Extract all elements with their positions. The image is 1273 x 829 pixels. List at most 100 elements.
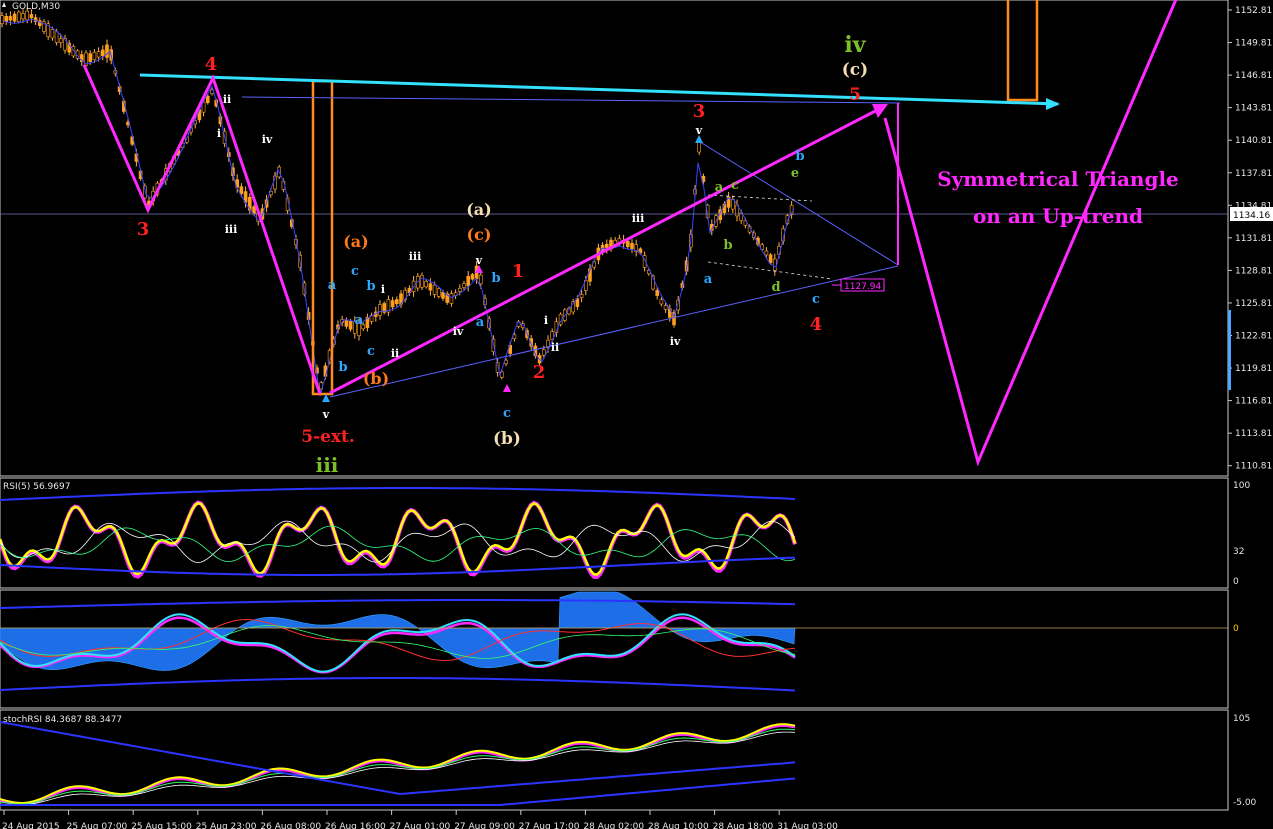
price-tick-label: 1110.81 — [1235, 462, 1272, 472]
candle-body — [579, 294, 584, 298]
rsi-panel — [0, 487, 797, 580]
candle-body — [772, 258, 777, 271]
label-c-paren3: (c) — [842, 60, 868, 80]
label-a2: a — [476, 315, 485, 330]
price-tick-label: 1116.81 — [1235, 397, 1272, 407]
price-tick-label: 1119.81 — [1235, 364, 1272, 374]
annotation-line2: on an Up-trend — [973, 204, 1143, 228]
price-tick-label: 1137.81 — [1235, 169, 1272, 179]
current-price-label: 1134.16 — [1233, 211, 1270, 221]
macd-panel — [0, 591, 796, 692]
label-b1: b — [366, 279, 375, 294]
candle-body — [4, 15, 8, 22]
candle-body — [8, 16, 13, 21]
chart-canvas[interactable]: 1127.94 Symmetrical Triangle on an Up-tr… — [0, 0, 1273, 829]
candle-body — [470, 274, 475, 280]
candle-body — [50, 29, 55, 39]
label-big-iii: iii — [316, 453, 339, 477]
price-axis: 1152.81 1149.81 1146.81 1143.81 1140.81 1137.… — [1228, 6, 1272, 472]
time-tick-label: 26 Aug 08:00 — [260, 822, 321, 829]
annotation-line1: Symmetrical Triangle — [937, 167, 1179, 191]
candle-body — [663, 305, 668, 310]
candle-body — [449, 293, 454, 304]
price-tick-label: 1128.81 — [1235, 266, 1272, 276]
panel-frames — [0, 0, 1229, 811]
candle-body — [105, 44, 109, 58]
candle-body — [441, 291, 445, 299]
label-ii-a: ii — [223, 93, 231, 106]
candle-body — [96, 51, 101, 58]
label-1: 1 — [512, 261, 525, 282]
candle-body — [239, 186, 244, 195]
candle-body — [768, 254, 773, 264]
label-b4: b — [723, 238, 732, 253]
time-tick-label: 24 Aug 2015 — [2, 822, 60, 829]
blue-line-top — [241, 96, 901, 104]
label-b5: b — [795, 149, 804, 164]
label-i2: i — [544, 314, 548, 327]
label-a-paren: (a) — [343, 232, 369, 251]
candle-body — [88, 53, 92, 62]
label-iii2: iii — [632, 212, 645, 225]
label-5-ext: 5-ext. — [301, 427, 355, 447]
label-i-a: i — [217, 127, 221, 140]
label-a4: a — [704, 272, 713, 287]
cyan-arrow-head — [1046, 98, 1060, 110]
label-c5: c — [812, 292, 820, 307]
time-tick-label: 26 Aug 16:00 — [325, 822, 386, 829]
candle-body — [21, 13, 25, 20]
magenta-wave-path-left — [82, 64, 322, 395]
label-a-small: a — [355, 313, 364, 328]
candle-body — [432, 284, 437, 295]
label-b3: b — [491, 271, 500, 286]
label-c4: c — [731, 178, 739, 193]
wave-labels: 3 4 ii i iii iv (a) (c) (a) (b) (b) c a … — [137, 32, 868, 477]
label-c3: c — [503, 406, 511, 421]
candle-body — [420, 275, 424, 288]
price-tick-label: 1152.81 — [1235, 6, 1272, 16]
label-3-left: 3 — [137, 219, 150, 240]
label-b-paren: (b) — [363, 369, 389, 388]
magenta-projection-wave — [883, 0, 1178, 467]
candle-body — [436, 288, 441, 297]
time-tick-label: 28 Aug 10:00 — [648, 822, 709, 829]
time-tick-label: 28 Aug 02:00 — [583, 822, 644, 829]
label-iv-a: iv — [262, 133, 273, 146]
rsi-title: RSI(5) 56.9697 — [3, 482, 70, 492]
price-tick-label: 1131.81 — [1235, 234, 1272, 244]
label-e1: e — [791, 166, 799, 181]
label-v2: v — [322, 408, 330, 421]
candle-body — [25, 10, 30, 21]
candle-body — [390, 300, 395, 308]
price-tick-label: 1143.81 — [1235, 104, 1272, 114]
stochrsi-tick-105: 105 — [1233, 714, 1250, 724]
time-tick-label: 27 Aug 17:00 — [519, 822, 580, 829]
candle-body — [625, 240, 630, 247]
white-dashed-top — [707, 194, 813, 202]
label-a3: a — [715, 180, 724, 195]
macd-tick-0: 0 — [1233, 624, 1239, 634]
candle-body — [659, 299, 664, 305]
rsi-band-upper — [0, 487, 796, 501]
price-tick-label: 1113.81 — [1235, 429, 1272, 439]
label-ii1: ii — [391, 347, 399, 360]
label-c2: c — [367, 344, 375, 359]
stoch-magenta-line — [0, 723, 796, 806]
candle-body — [394, 299, 399, 305]
rsi-line — [0, 501, 797, 576]
label-2: 2 — [533, 362, 546, 383]
candle-body — [428, 283, 433, 291]
candle-body — [478, 274, 483, 285]
label-v1: v — [475, 254, 483, 267]
label-v3: v — [695, 124, 703, 137]
rsi-tick-32: 32 — [1233, 547, 1244, 557]
stochrsi-panel — [0, 721, 796, 806]
rsi-tick-100: 100 — [1233, 481, 1250, 491]
white-dashed-bottom — [707, 261, 833, 280]
orange-box-right — [1006, 0, 1039, 102]
candle-body — [378, 304, 382, 316]
price-marker-label: 1127.94 — [844, 282, 881, 292]
candle-body — [92, 51, 97, 61]
scroll-marker[interactable] — [1228, 310, 1231, 390]
label-5: 5 — [849, 85, 861, 105]
